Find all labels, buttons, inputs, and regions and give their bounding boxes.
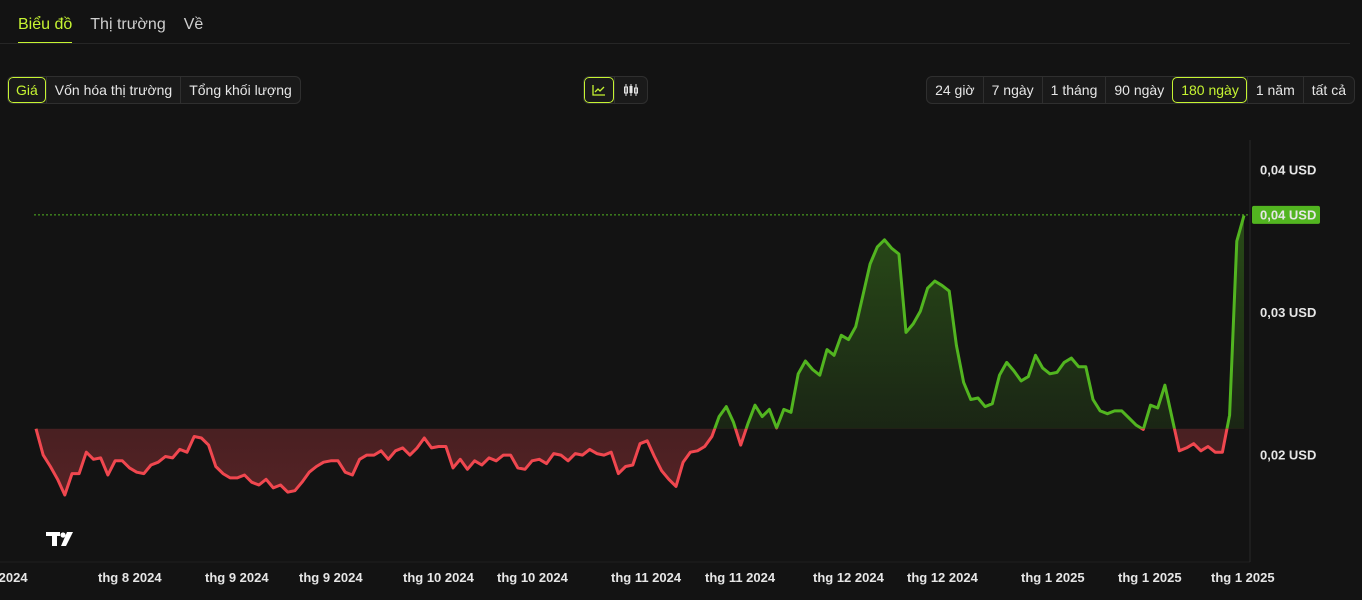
metric-selector: Giá Vốn hóa thị trường Tổng khối lượng bbox=[7, 76, 301, 104]
x-tick-label: thg 12 2024 bbox=[907, 570, 979, 585]
range-24h-button[interactable]: 24 giờ bbox=[927, 77, 983, 103]
x-tick-label: thg 1 2025 bbox=[1021, 570, 1085, 585]
x-axis-labels: thg 7 2024 thg 8 2024 thg 9 2024 thg 9 2024… bbox=[0, 570, 1275, 585]
metric-market-cap-button[interactable]: Vốn hóa thị trường bbox=[45, 77, 180, 103]
plot-area bbox=[34, 215, 1246, 497]
x-tick-label: thg 1 2025 bbox=[1211, 570, 1275, 585]
x-tick-label: thg 10 2024 bbox=[497, 570, 569, 585]
candlestick-button[interactable] bbox=[614, 77, 647, 103]
range-1y-button[interactable]: 1 năm bbox=[1246, 77, 1303, 103]
x-tick-label: thg 9 2024 bbox=[299, 570, 363, 585]
metric-volume-button[interactable]: Tổng khối lượng bbox=[180, 77, 300, 103]
current-price-tag: 0,04 USD bbox=[1252, 205, 1320, 224]
x-tick-label: thg 8 2024 bbox=[98, 570, 162, 585]
x-tick-label: thg 1 2025 bbox=[1118, 570, 1182, 585]
y-tick-label: 0,04 USD bbox=[1260, 162, 1316, 177]
tabs-divider bbox=[0, 43, 1350, 44]
range-1m-button[interactable]: 1 tháng bbox=[1041, 77, 1106, 103]
price-chart[interactable]: 0,04 USD 0,03 USD 0,02 USD 0,04 USD thg 7 … bbox=[0, 120, 1362, 600]
x-tick-label: thg 7 2024 bbox=[0, 570, 28, 585]
metric-price-button[interactable]: Giá bbox=[8, 77, 46, 103]
y-tick-label: 0,02 USD bbox=[1260, 448, 1316, 463]
current-price-label: 0,04 USD bbox=[1260, 207, 1316, 222]
tradingview-logo bbox=[46, 532, 73, 546]
y-tick-label: 0,03 USD bbox=[1260, 305, 1316, 320]
x-tick-label: thg 10 2024 bbox=[403, 570, 475, 585]
area-fill-below-baseline bbox=[36, 428, 1244, 495]
x-tick-label: thg 11 2024 bbox=[611, 570, 682, 585]
time-range-selector: 24 giờ 7 ngày 1 tháng 90 ngày 180 ngày 1… bbox=[926, 76, 1355, 104]
tab-chart[interactable]: Biểu đồ bbox=[18, 16, 73, 44]
x-tick-label: thg 12 2024 bbox=[813, 570, 885, 585]
x-tick-label: thg 11 2024 bbox=[705, 570, 776, 585]
candlestick-icon bbox=[624, 84, 638, 96]
chart-type-selector bbox=[583, 76, 648, 104]
main-tabs: Biểu đồ Thị trường Về bbox=[18, 16, 203, 44]
line-chart-button[interactable] bbox=[584, 77, 614, 103]
range-90d-button[interactable]: 90 ngày bbox=[1105, 77, 1172, 103]
range-all-button[interactable]: tất cả bbox=[1302, 77, 1354, 103]
tab-about[interactable]: Về bbox=[184, 16, 204, 44]
x-tick-label: thg 9 2024 bbox=[205, 570, 269, 585]
tab-market[interactable]: Thị trường bbox=[90, 16, 165, 44]
range-180d-button[interactable]: 180 ngày bbox=[1172, 77, 1247, 103]
line-chart-icon bbox=[592, 85, 605, 96]
range-7d-button[interactable]: 7 ngày bbox=[982, 77, 1042, 103]
